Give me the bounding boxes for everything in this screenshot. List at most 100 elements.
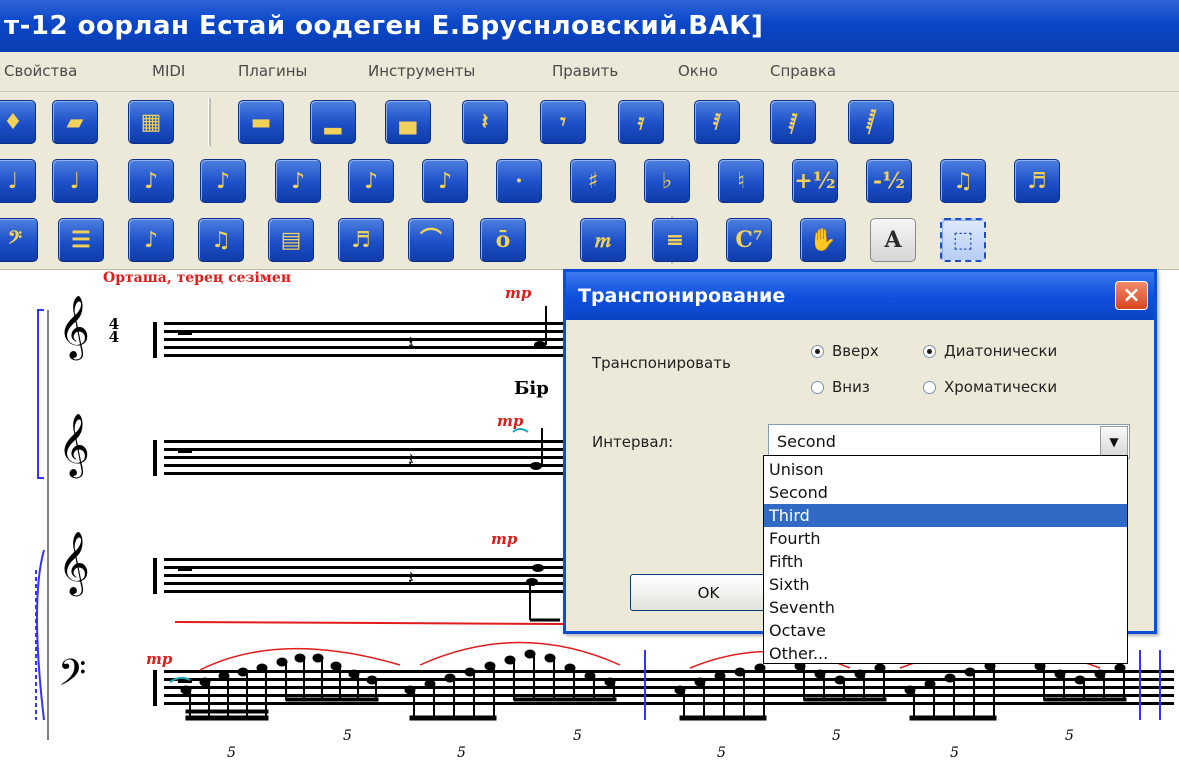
radio-up-indicator[interactable] <box>811 344 824 358</box>
menu-window[interactable]: Окно <box>678 62 718 80</box>
radio-down-indicator[interactable] <box>811 380 824 394</box>
dynamics-button[interactable]: 𝆐 <box>580 218 626 262</box>
staff-icon: ☰ <box>71 227 91 253</box>
thirty-second-rest-button[interactable]: 𝅀 <box>694 100 740 144</box>
chevron-down-icon[interactable]: ▼ <box>1100 426 1128 457</box>
whole-rest-button[interactable]: ▬ <box>238 100 284 144</box>
window-title: т-12 оорлан Естай оодеген Е.Бруснловский… <box>4 11 764 41</box>
menu-help[interactable]: Справка <box>770 62 836 80</box>
palette-button[interactable]: ♦ <box>0 100 36 144</box>
tuplet-number: 5 <box>717 745 726 761</box>
chord-icon: ♬ <box>351 227 371 253</box>
piano-button[interactable]: ▤ <box>268 218 314 262</box>
radio-up[interactable]: Вверх <box>811 342 879 360</box>
sixty-fourth-rest-icon: 𝅁 <box>788 109 798 135</box>
bass-clef-button[interactable]: 𝄢 <box>0 218 38 262</box>
text-block-button[interactable]: ≡ <box>652 218 698 262</box>
interval-option-sixth[interactable]: Sixth <box>764 573 1127 596</box>
menu-tools[interactable]: Инструменты <box>368 62 475 80</box>
flat-button[interactable]: ♭ <box>644 159 690 203</box>
dynamic-mark: mp <box>146 650 173 668</box>
interval-option-unison[interactable]: Unison <box>764 458 1127 481</box>
toolbar-rests: ♦ ▰ ▦ ▬ ▂ ▄ 𝄽 𝄾 𝄿 𝅀 𝅁 𝅂 <box>0 92 1179 152</box>
sixty-fourth-note-button[interactable]: ♪ <box>348 159 394 203</box>
beam-icon: ♫ <box>953 168 973 194</box>
menu-midi[interactable]: MIDI <box>152 62 185 80</box>
tuplet-number: 5 <box>573 728 582 744</box>
natural-button[interactable]: ♮ <box>718 159 764 203</box>
quarter-rest-button[interactable]: 𝄽 <box>462 100 508 144</box>
transpose-down-button[interactable]: -½ <box>866 159 912 203</box>
thirty-second-note-button[interactable]: ♪ <box>275 159 321 203</box>
toolbar-tools: 𝄢 ☰ ♪ ♫ ▤ ♬ ⌒ ō 𝆐 ≡ C⁷ ✋ A ⬚ <box>0 210 1179 270</box>
dotted-note-button[interactable]: ♪ <box>422 159 468 203</box>
close-button[interactable]: × <box>1115 281 1148 310</box>
title-bar[interactable]: т-12 оорлан Естай оодеген Е.Бруснловский… <box>0 0 1179 52</box>
thirty-second-note-icon: ♪ <box>290 168 306 194</box>
radio-chromatic-indicator[interactable] <box>923 380 936 394</box>
half-note-button[interactable]: ♩ <box>0 159 36 203</box>
transpose-down-icon: -½ <box>872 168 906 194</box>
dot-button[interactable]: · <box>496 159 542 203</box>
menu-properties[interactable]: Свойства <box>4 62 77 80</box>
hundred-twenty-eighth-rest-button[interactable]: 𝅂 <box>848 100 894 144</box>
chord-button[interactable]: ♬ <box>338 218 384 262</box>
hand-button[interactable]: ✋ <box>800 218 846 262</box>
text-tool-button[interactable]: A <box>870 218 916 262</box>
interval-option-seventh[interactable]: Seventh <box>764 596 1127 619</box>
menu-edit[interactable]: Править <box>552 62 618 80</box>
quarter-note-button[interactable]: ♩ <box>52 159 98 203</box>
flat-icon: ♭ <box>661 168 673 194</box>
hand-icon: ✋ <box>809 227 837 253</box>
eighth-note-button[interactable]: ♪ <box>128 159 174 203</box>
half-rest-alt-button[interactable]: ▄ <box>385 100 431 144</box>
radio-diatonic-indicator[interactable] <box>923 344 936 358</box>
tremolo-button[interactable]: ō <box>480 218 526 262</box>
tuplet-number: 5 <box>1065 728 1074 744</box>
chord-symbol-button[interactable]: C⁷ <box>726 218 772 262</box>
thirty-second-rest-icon: 𝅀 <box>712 109 722 135</box>
tuplet-button[interactable]: ♬ <box>1014 159 1060 203</box>
natural-icon: ♮ <box>737 168 745 194</box>
interval-option-fourth[interactable]: Fourth <box>764 527 1127 550</box>
selection-tool-button[interactable]: ⬚ <box>940 218 986 262</box>
dialog-title-bar[interactable]: Транспонирование × <box>566 272 1154 320</box>
keyboard-button[interactable]: ▦ <box>128 100 174 144</box>
tuplet-number: 5 <box>227 745 236 761</box>
interval-option-octave[interactable]: Octave <box>764 619 1127 642</box>
interval-dropdown-list: Unison Second Third Fourth Fifth Sixth S… <box>763 455 1128 664</box>
transpose-up-button[interactable]: +½ <box>792 159 838 203</box>
sixteenth-rest-button[interactable]: 𝄿 <box>618 100 664 144</box>
slur-button[interactable]: ⌒ <box>408 218 454 262</box>
note-entry-icon: ♪ <box>143 227 159 253</box>
time-signature: 44 <box>108 315 120 346</box>
interval-select[interactable]: Second ▼ <box>768 424 1130 459</box>
sharp-button[interactable]: ♯ <box>570 159 616 203</box>
staff-button[interactable]: ☰ <box>58 218 104 262</box>
radio-diatonic[interactable]: Диатонически <box>923 342 1057 360</box>
interval-label: Интервал: <box>592 433 674 451</box>
dotted-note-icon: ♪ <box>437 168 453 194</box>
radio-down[interactable]: Вниз <box>811 378 870 396</box>
piano-icon: ▤ <box>280 227 302 253</box>
sixteenth-note-button[interactable]: ♪ <box>200 159 246 203</box>
palette-icon: ♦ <box>3 109 23 135</box>
radio-down-label: Вниз <box>832 378 870 396</box>
dynamics-icon: 𝆐 <box>595 227 611 253</box>
sixty-fourth-rest-button[interactable]: 𝅁 <box>770 100 816 144</box>
half-rest-button[interactable]: ▂ <box>310 100 356 144</box>
playback-button[interactable]: ♫ <box>198 218 244 262</box>
interval-option-second[interactable]: Second <box>764 481 1127 504</box>
open-score-button[interactable]: ▰ <box>52 100 98 144</box>
interval-option-fifth[interactable]: Fifth <box>764 550 1127 573</box>
menu-plugins[interactable]: Плагины <box>238 62 307 80</box>
treble-clef-icon: 𝄞 <box>58 295 90 358</box>
beam-button[interactable]: ♫ <box>940 159 986 203</box>
sharp-icon: ♯ <box>587 168 599 194</box>
radio-chromatic[interactable]: Хроматически <box>923 378 1057 396</box>
interval-option-other[interactable]: Other... <box>764 642 1127 663</box>
eighth-rest-button[interactable]: 𝄾 <box>540 100 586 144</box>
note-entry-button[interactable]: ♪ <box>128 218 174 262</box>
interval-option-third[interactable]: Third <box>764 504 1127 527</box>
keyboard-icon: ▦ <box>140 109 162 135</box>
